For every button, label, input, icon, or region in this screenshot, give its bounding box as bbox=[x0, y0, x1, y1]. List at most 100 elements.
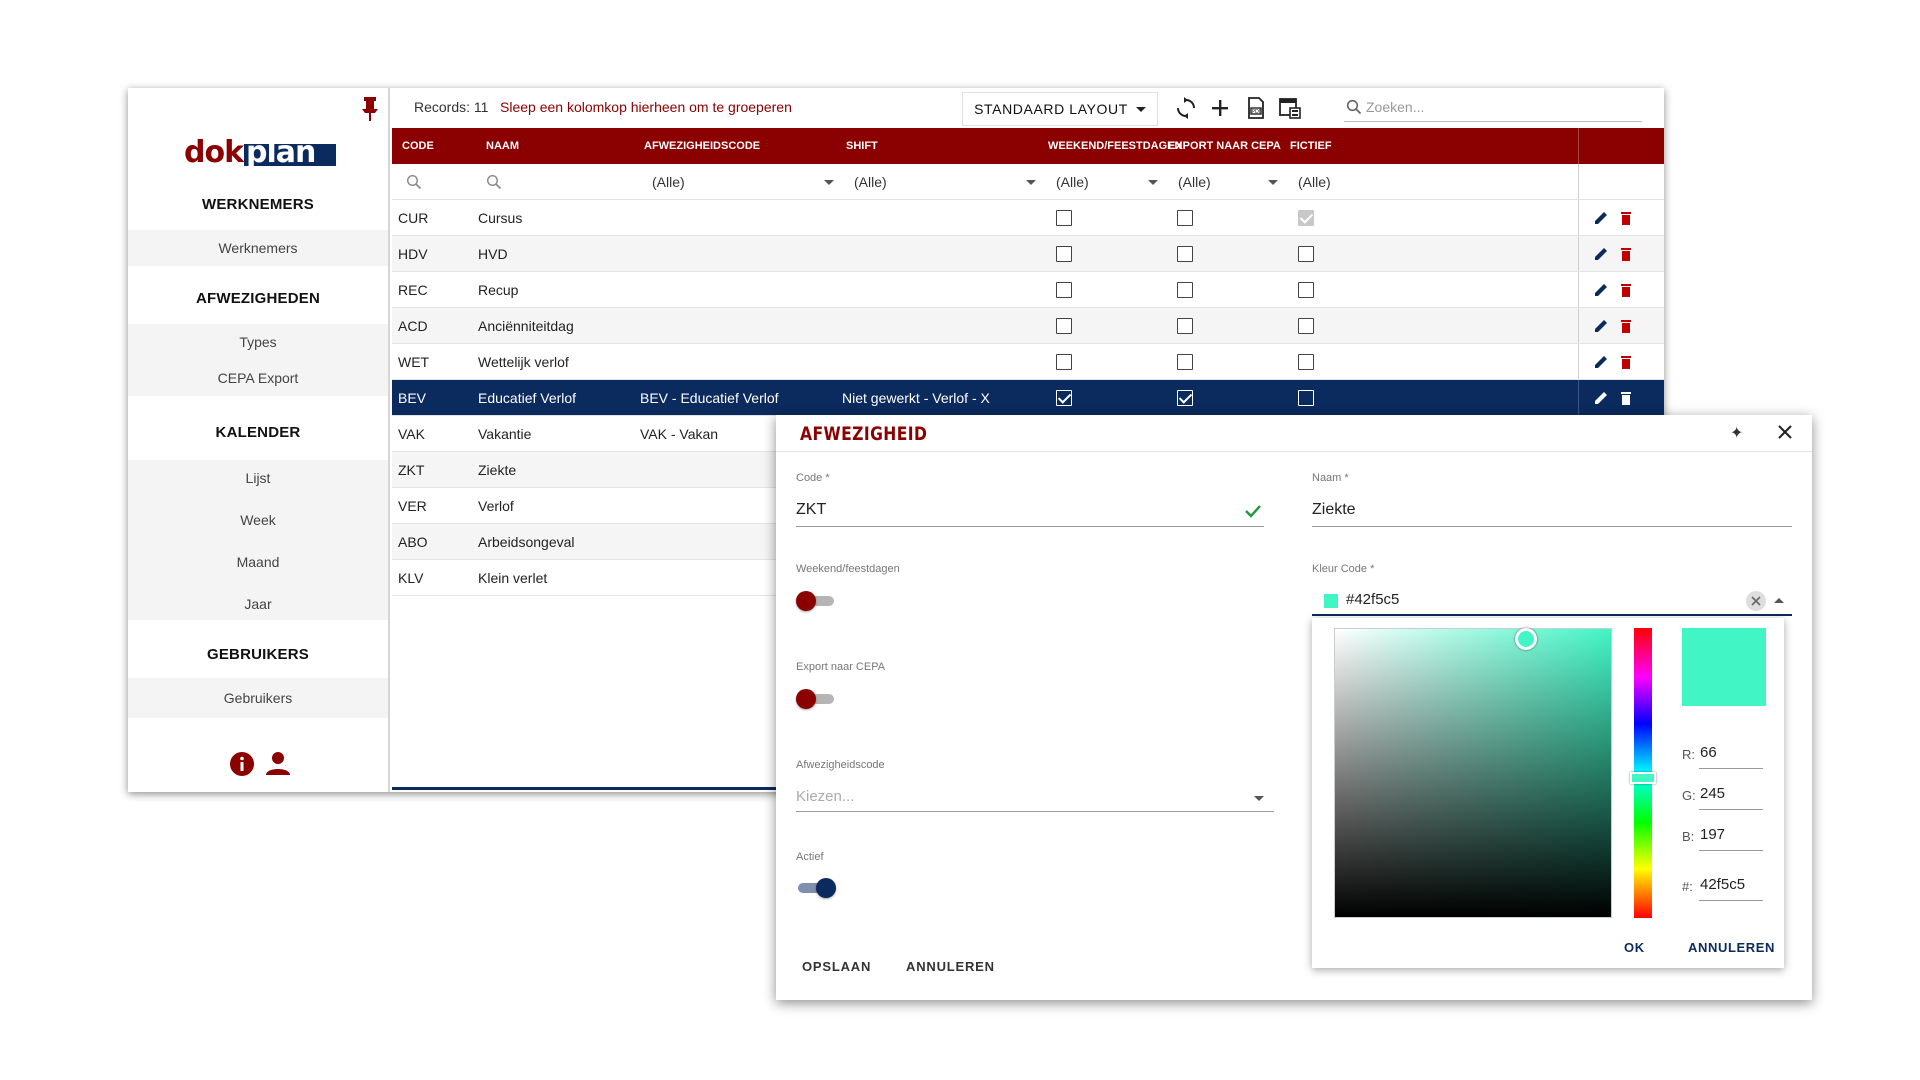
delete-icon[interactable] bbox=[1617, 209, 1635, 227]
column-header-shift[interactable]: SHIFT bbox=[846, 140, 878, 152]
checkbox-fictief[interactable] bbox=[1298, 354, 1314, 370]
checkbox-fictief[interactable] bbox=[1298, 282, 1314, 298]
saturation-handle[interactable] bbox=[1515, 628, 1537, 650]
cell-naam: Cursus bbox=[478, 210, 523, 226]
cell-naam: Recup bbox=[478, 282, 519, 298]
checkbox-cepa[interactable] bbox=[1177, 390, 1193, 406]
cell-naam: Arbeidsongeval bbox=[478, 534, 575, 550]
checkbox-fictief[interactable] bbox=[1298, 246, 1314, 262]
filter-weekend[interactable]: (Alle) bbox=[1056, 174, 1089, 190]
layout-dropdown[interactable]: STANDAARD LAYOUT bbox=[962, 92, 1158, 126]
kleur-label: Kleur Code * bbox=[1312, 563, 1375, 575]
table-row[interactable]: HDV HVD bbox=[392, 236, 1664, 272]
search-icon[interactable] bbox=[406, 174, 422, 190]
user-icon[interactable] bbox=[264, 750, 292, 778]
checkbox-cepa[interactable] bbox=[1177, 282, 1193, 298]
column-header-code[interactable]: CODE bbox=[402, 140, 434, 152]
naam-field[interactable]: Ziekte bbox=[1312, 501, 1356, 519]
cell-code: ZKT bbox=[398, 462, 425, 478]
delete-icon[interactable] bbox=[1617, 281, 1635, 299]
checkbox-weekend[interactable] bbox=[1056, 318, 1072, 334]
afwezigheidscode-select[interactable]: Kiezen... bbox=[796, 788, 854, 805]
ok-button[interactable]: OK bbox=[1624, 940, 1645, 955]
save-button[interactable]: OPSLAAN bbox=[802, 959, 871, 974]
edit-icon[interactable] bbox=[1592, 317, 1610, 335]
column-header-afwezigheidscode[interactable]: AFWEZIGHEIDSCODE bbox=[644, 140, 760, 152]
delete-icon[interactable] bbox=[1617, 389, 1635, 407]
checkbox-cepa[interactable] bbox=[1177, 318, 1193, 334]
hue-handle[interactable] bbox=[1630, 772, 1656, 784]
r-input[interactable]: 66 bbox=[1700, 744, 1717, 761]
checkbox-cepa[interactable] bbox=[1177, 246, 1193, 262]
sidebar-item-werknemers[interactable]: Werknemers bbox=[128, 230, 388, 266]
checkbox-fictief[interactable] bbox=[1298, 318, 1314, 334]
search-icon[interactable] bbox=[486, 174, 502, 190]
delete-icon[interactable] bbox=[1617, 353, 1635, 371]
checkbox-weekend[interactable] bbox=[1056, 354, 1072, 370]
kleur-field[interactable]: #42f5c5 bbox=[1346, 591, 1399, 608]
table-row-selected[interactable]: BEV Educatief Verlof BEV - Educatief Ver… bbox=[392, 380, 1664, 416]
edit-icon[interactable] bbox=[1592, 389, 1610, 407]
checkbox-weekend[interactable] bbox=[1056, 390, 1072, 406]
cell-naam: Anciënniteitdag bbox=[478, 318, 574, 334]
pin-icon[interactable] bbox=[360, 96, 380, 122]
edit-icon[interactable] bbox=[1592, 281, 1610, 299]
checkbox-cepa[interactable] bbox=[1177, 354, 1193, 370]
column-chooser-icon[interactable] bbox=[1278, 96, 1302, 120]
filter-afwezigheidscode[interactable]: (Alle) bbox=[652, 174, 685, 190]
checkbox-fictief[interactable] bbox=[1298, 210, 1314, 226]
info-icon[interactable] bbox=[228, 750, 256, 778]
refresh-icon[interactable] bbox=[1174, 96, 1198, 120]
dialog-divider bbox=[776, 451, 1812, 452]
delete-icon[interactable] bbox=[1617, 317, 1635, 335]
export-pdf-icon[interactable]: PDF bbox=[1244, 96, 1268, 120]
checkbox-cepa[interactable] bbox=[1177, 210, 1193, 226]
weekend-toggle[interactable] bbox=[796, 591, 836, 611]
g-input[interactable]: 245 bbox=[1700, 785, 1725, 802]
hex-input[interactable]: 42f5c5 bbox=[1700, 876, 1745, 893]
edit-icon[interactable] bbox=[1592, 353, 1610, 371]
table-row[interactable]: WET Wettelijk verlof bbox=[392, 344, 1664, 380]
table-row[interactable]: ACD Anciënniteitdag bbox=[392, 308, 1664, 344]
cancel-button[interactable]: ANNULEREN bbox=[906, 959, 995, 974]
column-header-naam[interactable]: NAAM bbox=[486, 140, 519, 152]
actief-toggle[interactable] bbox=[796, 878, 836, 898]
sidebar-item-lijst[interactable]: Lijst bbox=[128, 470, 388, 486]
chevron-down-icon bbox=[1268, 180, 1278, 185]
sidebar-item-types[interactable]: Types bbox=[128, 334, 388, 350]
clear-icon[interactable] bbox=[1746, 591, 1766, 611]
cell-naam: Klein verlet bbox=[478, 570, 548, 586]
column-header-weekend[interactable]: WEEKEND/FEESTDAGEN bbox=[1048, 140, 1182, 152]
close-icon[interactable] bbox=[1774, 421, 1796, 443]
filter-shift[interactable]: (Alle) bbox=[854, 174, 887, 190]
filter-fictief[interactable]: (Alle) bbox=[1298, 174, 1331, 190]
maximize-icon[interactable]: ✦ bbox=[1730, 423, 1743, 443]
column-header-fictief[interactable]: FICTIEF bbox=[1290, 140, 1332, 152]
checkbox-weekend[interactable] bbox=[1056, 282, 1072, 298]
group-by-drop-zone[interactable]: Sleep een kolomkop hierheen om te groepe… bbox=[500, 99, 792, 115]
add-icon[interactable] bbox=[1208, 96, 1232, 120]
sidebar-item-cepa-export[interactable]: CEPA Export bbox=[128, 370, 388, 386]
saturation-area[interactable] bbox=[1334, 628, 1612, 918]
cepa-toggle[interactable] bbox=[796, 689, 836, 709]
checkbox-weekend[interactable] bbox=[1056, 210, 1072, 226]
b-input[interactable]: 197 bbox=[1700, 826, 1725, 843]
checkbox-weekend[interactable] bbox=[1056, 246, 1072, 262]
edit-icon[interactable] bbox=[1592, 245, 1610, 263]
sidebar-item-week[interactable]: Week bbox=[128, 512, 388, 528]
picker-cancel-button[interactable]: ANNULEREN bbox=[1688, 940, 1775, 955]
search-input[interactable]: Zoeken... bbox=[1344, 92, 1642, 122]
code-field[interactable]: ZKT bbox=[796, 501, 826, 519]
chevron-up-icon[interactable] bbox=[1774, 598, 1784, 603]
sidebar-item-jaar[interactable]: Jaar bbox=[128, 596, 388, 612]
edit-icon[interactable] bbox=[1592, 209, 1610, 227]
sidebar-item-maand[interactable]: Maand bbox=[128, 554, 388, 570]
column-header-cepa[interactable]: EXPORT NAAR CEPA bbox=[1168, 140, 1281, 152]
table-row[interactable]: CUR Cursus bbox=[392, 200, 1664, 236]
sidebar-item-gebruikers[interactable]: Gebruikers bbox=[128, 678, 388, 718]
naam-label: Naam * bbox=[1312, 472, 1349, 484]
checkbox-fictief[interactable] bbox=[1298, 390, 1314, 406]
table-row[interactable]: REC Recup bbox=[392, 272, 1664, 308]
filter-cepa[interactable]: (Alle) bbox=[1178, 174, 1211, 190]
delete-icon[interactable] bbox=[1617, 245, 1635, 263]
